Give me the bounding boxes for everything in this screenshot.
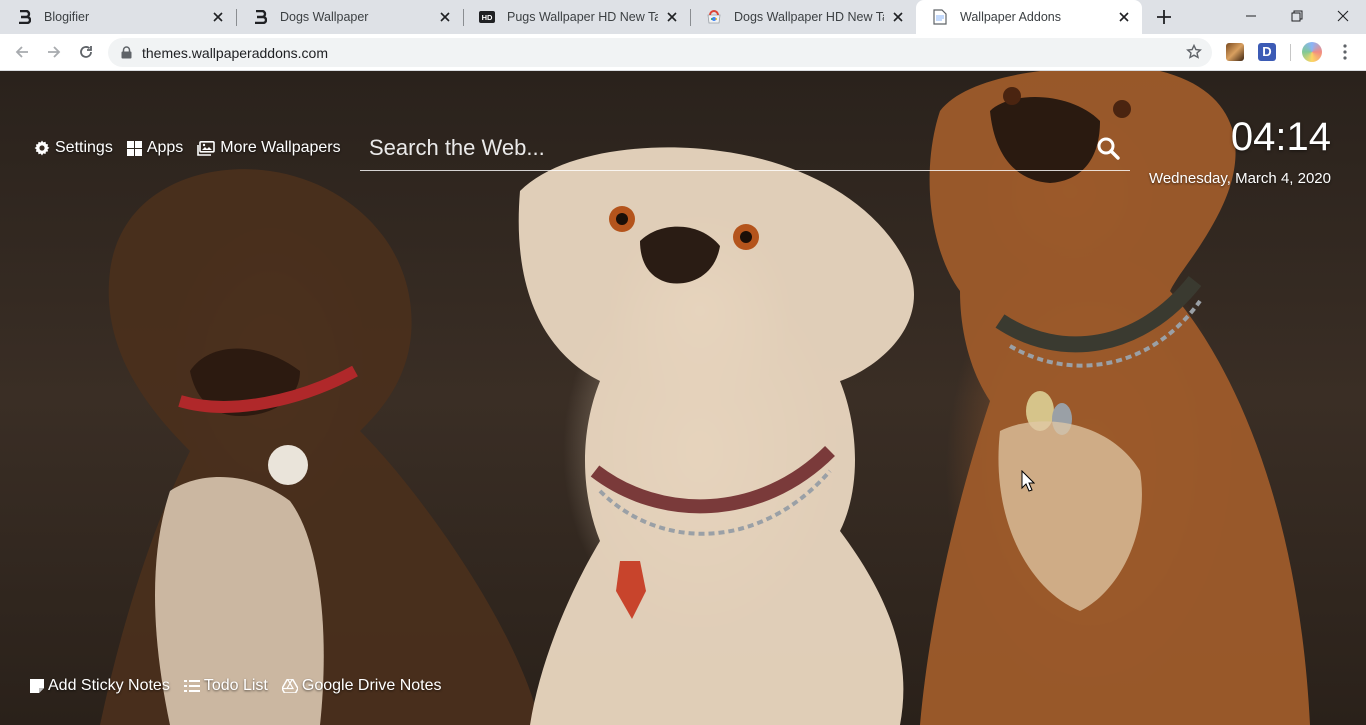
close-icon[interactable]: [664, 9, 680, 25]
google-drive-icon: [281, 679, 298, 693]
sticky-notes-label: Add Sticky Notes: [48, 677, 170, 694]
url-text[interactable]: themes.wallpaperaddons.com: [142, 45, 328, 61]
bookmark-star-icon[interactable]: [1186, 43, 1202, 60]
dog-extension-icon[interactable]: [1226, 43, 1244, 61]
top-links: Settings Apps More Wallpapers: [34, 139, 355, 157]
close-window-button[interactable]: [1320, 0, 1366, 32]
plus-icon: [1157, 10, 1171, 24]
reload-icon: [80, 46, 92, 58]
tab-pugs-wallpaper[interactable]: HD Pugs Wallpaper HD New Tab -: [463, 0, 690, 34]
tab-title: Wallpaper Addons: [960, 10, 1061, 24]
windows-grid-icon: [126, 140, 142, 156]
clock-time: 04:14: [1230, 115, 1331, 159]
svg-text:HD: HD: [482, 13, 493, 22]
apps-link[interactable]: Apps: [126, 139, 184, 157]
browser-menu-button[interactable]: [1332, 39, 1358, 65]
tab-wallpaper-addons[interactable]: Wallpaper Addons: [916, 0, 1142, 34]
restore-button[interactable]: [1274, 0, 1320, 32]
search-button[interactable]: [1096, 136, 1120, 160]
close-icon: [1337, 10, 1349, 22]
images-icon: [197, 140, 216, 156]
drive-notes-label: Google Drive Notes: [301, 677, 442, 694]
add-sticky-notes-link[interactable]: Add Sticky Notes: [30, 677, 170, 695]
tab-title: Dogs Wallpaper: [280, 10, 369, 24]
tab-dogs-wallpaper-hd[interactable]: Dogs Wallpaper HD New Tab T: [690, 0, 916, 34]
vertical-dots-icon: [1343, 44, 1347, 60]
gear-icon: [34, 140, 50, 156]
browser-toolbar: themes.wallpaperaddons.com D: [0, 34, 1366, 71]
tab-title: Dogs Wallpaper HD New Tab T: [734, 10, 884, 24]
mouse-cursor-icon: [1021, 470, 1035, 492]
settings-label: Settings: [55, 139, 113, 156]
chrome-store-icon: [706, 9, 722, 25]
forward-button[interactable]: [41, 39, 67, 65]
apps-label: Apps: [146, 139, 184, 156]
close-icon[interactable]: [210, 9, 226, 25]
more-wallpapers-link[interactable]: More Wallpapers: [197, 139, 341, 157]
blogifier-b-icon: [252, 9, 268, 25]
sticky-note-icon: [30, 679, 44, 693]
new-tab-button[interactable]: [1152, 5, 1176, 29]
tab-strip: Blogifier Dogs Wallpaper HD Pugs Wallpap…: [0, 0, 1366, 34]
hd-icon: HD: [479, 9, 495, 25]
close-icon[interactable]: [1116, 9, 1132, 25]
tab-dogs-wallpaper[interactable]: Dogs Wallpaper: [236, 0, 463, 34]
lock-icon[interactable]: [121, 46, 133, 60]
todo-list-link[interactable]: Todo List: [183, 677, 268, 695]
google-drive-notes-link[interactable]: Google Drive Notes: [281, 677, 442, 695]
settings-link[interactable]: Settings: [34, 139, 113, 157]
page-icon: [932, 9, 948, 25]
back-button[interactable]: [9, 39, 35, 65]
more-wallpapers-label: More Wallpapers: [220, 139, 341, 156]
close-icon[interactable]: [890, 9, 906, 25]
blogifier-b-icon: [16, 9, 32, 25]
restore-icon: [1291, 10, 1303, 22]
tab-title: Pugs Wallpaper HD New Tab -: [507, 10, 658, 24]
search-box: [360, 127, 1130, 171]
tab-title: Blogifier: [44, 10, 90, 24]
address-bar[interactable]: themes.wallpaperaddons.com: [108, 38, 1212, 67]
new-tab-page: Settings Apps More Wallpapers 04:14 Wedn…: [0, 71, 1366, 725]
minimize-button[interactable]: [1228, 0, 1274, 32]
forward-arrow-icon: [48, 46, 61, 58]
close-icon[interactable]: [437, 9, 453, 25]
back-arrow-icon: [15, 46, 28, 58]
d-extension-icon[interactable]: D: [1258, 43, 1276, 61]
toolbar-divider: [1290, 44, 1291, 61]
reload-button[interactable]: [73, 39, 99, 65]
search-icon: [1097, 137, 1120, 160]
clock-date: Wednesday, March 4, 2020: [1148, 170, 1331, 187]
todo-list-label: Todo List: [203, 677, 268, 694]
bottom-links: Add Sticky Notes Todo List Google Drive …: [30, 677, 456, 695]
minimize-icon: [1246, 15, 1256, 17]
profile-avatar[interactable]: [1302, 42, 1322, 62]
search-input[interactable]: [360, 127, 1080, 169]
list-icon: [183, 680, 200, 692]
tab-blogifier[interactable]: Blogifier: [0, 0, 236, 34]
